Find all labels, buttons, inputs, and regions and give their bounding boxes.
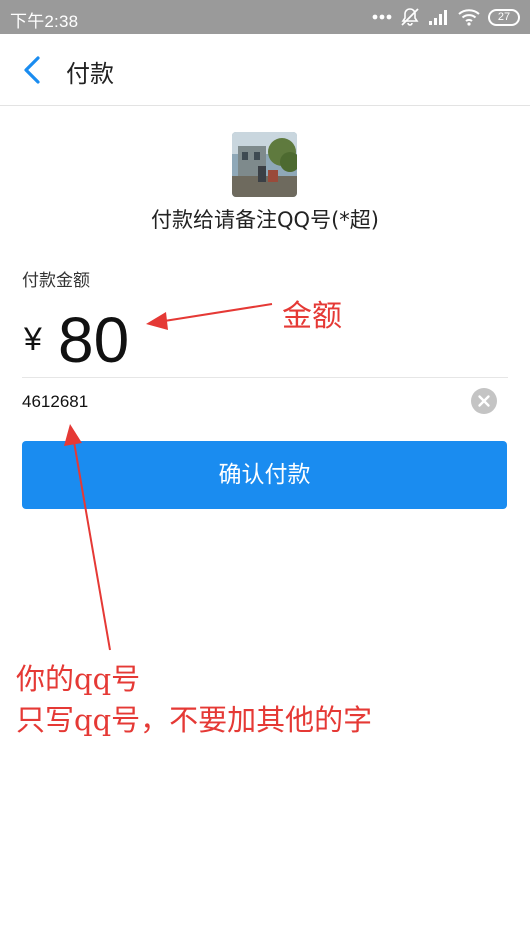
page-title: 付款 bbox=[66, 60, 114, 88]
wifi-icon bbox=[458, 8, 480, 26]
divider bbox=[22, 377, 508, 378]
clear-button[interactable] bbox=[471, 388, 497, 414]
annotation-qq-note-line1: 你的qq号 bbox=[16, 662, 141, 696]
more-dots-icon bbox=[372, 14, 392, 20]
currency-symbol: ¥ bbox=[24, 321, 42, 357]
signal-icon bbox=[428, 8, 450, 26]
status-bar: 下午2:38 27 bbox=[0, 0, 530, 34]
battery-icon: 27 bbox=[488, 8, 520, 26]
merchant-name: 付款给请备注QQ号(*超) bbox=[151, 208, 379, 232]
status-icons: 27 bbox=[372, 6, 520, 28]
clear-icon bbox=[471, 395, 497, 418]
amount-label: 付款金额 bbox=[22, 271, 90, 291]
amount-value[interactable]: 80 bbox=[58, 300, 129, 380]
merchant-avatar bbox=[232, 132, 297, 197]
back-button[interactable] bbox=[14, 50, 54, 90]
annotation-qq-note-line2: 只写qq号，不要加其他的字 bbox=[16, 703, 373, 737]
confirm-payment-button[interactable]: 确认付款 bbox=[22, 441, 507, 509]
mute-icon bbox=[400, 7, 420, 27]
annotation-amount-note: 金额 bbox=[282, 299, 342, 334]
chevron-left-icon bbox=[14, 56, 54, 94]
arrow-to-amount bbox=[146, 303, 273, 330]
header: 付款 bbox=[0, 34, 530, 106]
payment-note-input[interactable] bbox=[22, 386, 462, 418]
status-time: 下午2:38 bbox=[10, 12, 79, 31]
